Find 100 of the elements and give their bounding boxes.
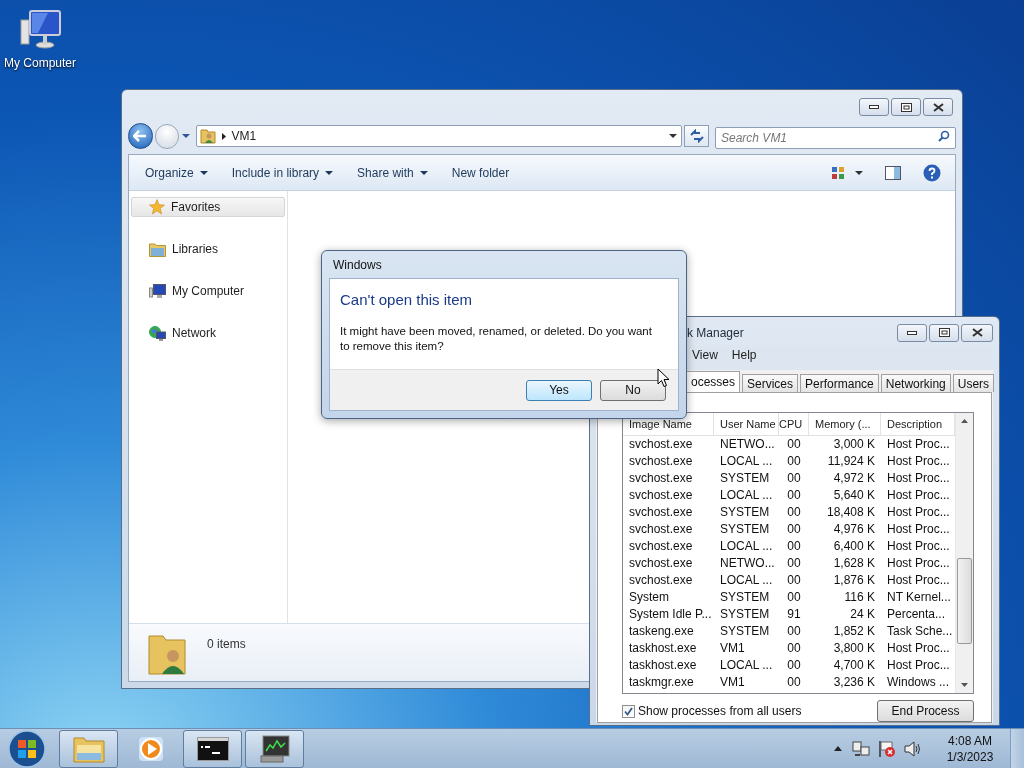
back-arrow-icon bbox=[133, 130, 148, 142]
address-bar[interactable]: VM1 bbox=[195, 125, 683, 147]
dialog-button[interactable]: No bbox=[600, 379, 666, 401]
table-cell-text: VM1 bbox=[719, 640, 746, 657]
vertical-scrollbar[interactable] bbox=[955, 413, 973, 693]
speaker-icon[interactable] bbox=[904, 739, 922, 758]
refresh-icon bbox=[688, 129, 705, 143]
tab[interactable]: Networking bbox=[880, 374, 951, 392]
table-cell-text: 3,236 K bbox=[832, 674, 876, 691]
close-button[interactable] bbox=[961, 323, 993, 342]
minimize-icon bbox=[869, 105, 879, 109]
taskbar-button[interactable] bbox=[245, 729, 304, 768]
table-cell-text: NETWO... bbox=[719, 555, 776, 572]
table-cell-text: svchost.exe bbox=[628, 521, 694, 538]
table-cell-text: 00 bbox=[786, 555, 802, 572]
navigation-item[interactable]: Favorites bbox=[131, 197, 285, 217]
tab[interactable]: Users bbox=[952, 374, 995, 392]
menu-item[interactable]: View bbox=[692, 346, 718, 364]
table-cell-text: Host Proc... bbox=[886, 487, 951, 504]
start-orb-icon bbox=[8, 729, 46, 768]
toolbar-button[interactable]: Include in library bbox=[225, 160, 340, 185]
table-cell-text: svchost.exe bbox=[628, 453, 694, 470]
table-cell-text: 00 bbox=[786, 657, 802, 674]
maximize-icon bbox=[900, 102, 912, 112]
caret-icon bbox=[419, 170, 428, 175]
clock-time[interactable]: 4:08 AM bbox=[948, 732, 992, 749]
desktop-shortcut[interactable]: My Computer bbox=[2, 8, 78, 72]
task-monitor-icon bbox=[259, 734, 290, 763]
tab[interactable]: Services bbox=[742, 374, 799, 392]
network-icon[interactable] bbox=[852, 739, 870, 758]
table-cell-text: 00 bbox=[786, 538, 802, 555]
scrollbar-thumb[interactable] bbox=[957, 558, 972, 644]
table-cell-text: 00 bbox=[786, 504, 802, 521]
maximize-button[interactable] bbox=[929, 323, 959, 342]
table-cell-text: taskhost.exe bbox=[628, 657, 698, 674]
table-cell-text: 18,408 K bbox=[825, 504, 876, 521]
dialog-message: It might have been moved, renamed, or deleted. Do you want to remove this item? bbox=[340, 323, 653, 354]
table-cell-text: Host Proc... bbox=[886, 572, 951, 589]
close-button[interactable] bbox=[923, 98, 953, 116]
column-header[interactable]: Memory (... bbox=[809, 413, 881, 435]
back-button[interactable] bbox=[128, 123, 153, 149]
table-cell-text: 00 bbox=[786, 470, 802, 487]
start-button[interactable] bbox=[7, 729, 47, 768]
table-cell-text: SYSTEM bbox=[719, 521, 771, 538]
column-header[interactable]: CPU bbox=[779, 413, 809, 435]
item-count: 0 items bbox=[207, 636, 246, 653]
check-icon bbox=[624, 706, 633, 716]
star-icon bbox=[149, 199, 165, 215]
table-cell-text: LOCAL ... bbox=[719, 538, 774, 555]
caret-icon bbox=[325, 170, 334, 175]
taskbar-button[interactable] bbox=[183, 729, 242, 768]
table-cell-text: svchost.exe bbox=[628, 504, 694, 521]
table-cell-text: SYSTEM bbox=[719, 589, 771, 606]
table-cell-text: 1,852 K bbox=[832, 623, 876, 640]
view-grid-icon bbox=[831, 165, 845, 180]
checkbox[interactable] bbox=[622, 704, 635, 718]
dialog-heading: Can't open this item bbox=[340, 290, 474, 310]
toolbar-button[interactable]: Organize bbox=[139, 160, 214, 185]
table-cell-text: 6,400 K bbox=[832, 538, 876, 555]
caret-icon bbox=[199, 170, 208, 175]
close-icon bbox=[971, 328, 983, 337]
minimize-button[interactable] bbox=[897, 323, 927, 342]
refresh-button[interactable] bbox=[684, 125, 709, 147]
caret-icon bbox=[181, 134, 190, 138]
caret-icon bbox=[855, 170, 863, 175]
window-title: k Manager bbox=[687, 324, 744, 342]
dialog-button[interactable]: Yes bbox=[526, 379, 592, 401]
console-icon bbox=[196, 736, 229, 761]
table-cell-text: Host Proc... bbox=[886, 470, 951, 487]
table-cell-text: 00 bbox=[786, 487, 802, 504]
table-cell-text: 00 bbox=[786, 453, 802, 470]
table-cell-text: Host Proc... bbox=[886, 453, 951, 470]
clock-date[interactable]: 1/3/2023 bbox=[946, 748, 994, 765]
computer-icon bbox=[149, 283, 166, 299]
table-cell-text: Host Proc... bbox=[886, 555, 951, 572]
table-cell-text: LOCAL ... bbox=[719, 487, 774, 504]
toolbar-button[interactable]: Share with bbox=[351, 160, 434, 185]
navigation-item[interactable]: My Computer bbox=[131, 281, 285, 301]
chevron-icon bbox=[221, 132, 226, 140]
minimize-button[interactable] bbox=[859, 98, 889, 116]
table-cell-text: SYSTEM bbox=[719, 623, 771, 640]
tab[interactable]: Performance bbox=[800, 374, 879, 392]
maximize-button[interactable] bbox=[891, 98, 921, 116]
tab[interactable]: ocesses bbox=[686, 371, 741, 392]
column-header[interactable]: User Name bbox=[714, 413, 779, 435]
search-field[interactable]: Search VM1 bbox=[715, 127, 956, 149]
toolbar-button[interactable]: New folder bbox=[445, 160, 516, 185]
end-process-button[interactable]: End Process bbox=[877, 700, 974, 722]
scroll-down-icon bbox=[961, 683, 968, 687]
navigation-item[interactable]: Libraries bbox=[131, 239, 285, 259]
search-icon bbox=[938, 130, 950, 142]
table-cell-text: Percenta... bbox=[886, 606, 947, 623]
table-cell-text: NT Kernel... bbox=[886, 589, 952, 606]
menu-item[interactable]: Help bbox=[731, 346, 757, 364]
table-cell-text: taskhost.exe bbox=[628, 640, 698, 657]
flag-icon[interactable] bbox=[878, 739, 896, 758]
table-cell-text: 4,976 K bbox=[832, 521, 876, 538]
table-cell-text: svchost.exe bbox=[628, 572, 694, 589]
show-all-checkbox[interactable]: Show processes from all users bbox=[622, 702, 877, 720]
navigation-item[interactable]: Network bbox=[131, 323, 285, 343]
